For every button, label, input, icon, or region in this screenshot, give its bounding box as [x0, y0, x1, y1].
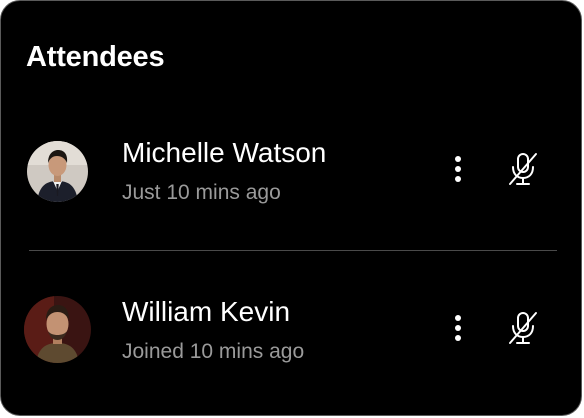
mic-off-icon [509, 312, 537, 344]
more-vertical-icon [455, 315, 461, 341]
divider [29, 250, 557, 251]
mic-off-icon [509, 153, 537, 185]
more-vertical-icon [455, 156, 461, 182]
mute-toggle-button[interactable] [506, 151, 540, 187]
attendee-name: William Kevin [122, 296, 291, 327]
attendee-name: Michelle Watson [122, 137, 327, 168]
attendee-row: Michelle Watson Just 10 mins ago [1, 115, 583, 225]
mute-toggle-button[interactable] [506, 310, 540, 346]
more-options-button[interactable] [443, 152, 473, 188]
more-options-button[interactable] [443, 311, 473, 347]
attendee-row: William Kevin Joined 10 mins ago [1, 274, 583, 384]
panel-title: Attendees [26, 41, 165, 73]
avatar [27, 141, 88, 202]
attendee-status: Just 10 mins ago [122, 181, 281, 204]
attendees-panel: Attendees Michelle Watson Just 10 mins a… [0, 0, 582, 416]
avatar [24, 296, 91, 363]
attendee-status: Joined 10 mins ago [122, 340, 305, 363]
